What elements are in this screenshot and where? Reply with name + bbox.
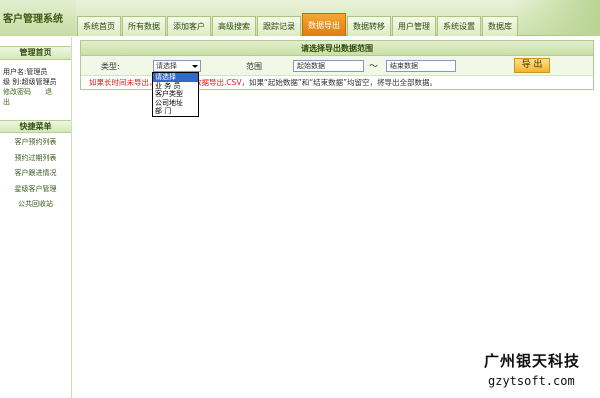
dropdown-option-department[interactable]: 部 门: [153, 107, 198, 116]
type-select[interactable]: 请选择: [153, 60, 201, 72]
top-bar: 客户管理系统 系统首页 所有数据 添加客户 高级搜索 跟踪记录 数据导出 数据转…: [0, 0, 600, 36]
sidebar-admin-heading: 管理首页: [0, 46, 71, 60]
range-label: 范围: [246, 62, 262, 71]
tab-system-settings[interactable]: 系统设置: [437, 16, 481, 36]
dropdown-option-please-select[interactable]: 请选择: [153, 73, 198, 82]
account-links: 修改密码 退出: [0, 87, 71, 107]
type-dropdown-list: 请选择 业 务 员 客户类型 公司地址 部 门: [152, 72, 199, 117]
header-decoration: [510, 0, 600, 36]
sidebar-quick-menu-heading: 快捷菜单: [0, 120, 71, 133]
export-note-detail: ，如果“起始数据”和“结束数据”均留空，将导出全部数据。: [241, 78, 438, 87]
chevron-down-icon: [192, 65, 198, 68]
sidebar-item-recycle-bin[interactable]: 公共回收站: [0, 197, 71, 213]
username-line: 用户名:管理员: [3, 68, 48, 76]
watermark-company: 广州银天科技: [484, 352, 581, 370]
sidebar: 管理首页 用户名:管理员 级 别:超级管理员 修改密码 退出 快捷菜单 客户预约列…: [0, 37, 72, 398]
type-label: 类型:: [101, 62, 120, 71]
tab-add-customer[interactable]: 添加客户: [167, 16, 211, 36]
app-title: 客户管理系统: [0, 0, 76, 36]
tab-home[interactable]: 系统首页: [77, 16, 121, 36]
main-nav-tabs: 系统首页 所有数据 添加客户 高级搜索 跟踪记录 数据导出 数据转移 用户管理 …: [77, 13, 519, 36]
sidebar-item-star-customers[interactable]: 星级客户管理: [0, 182, 71, 198]
tab-user-management[interactable]: 用户管理: [392, 16, 436, 36]
user-level-line: 级 别:超级管理员: [3, 78, 57, 86]
end-data-input[interactable]: 结束数据: [386, 60, 456, 72]
tab-all-data[interactable]: 所有数据: [122, 16, 166, 36]
dropdown-option-salesperson[interactable]: 业 务 员: [153, 82, 198, 91]
range-separator: ～: [369, 62, 379, 72]
sidebar-item-followups[interactable]: 客户跟进情况: [0, 166, 71, 182]
tab-data-transfer[interactable]: 数据转移: [347, 16, 391, 36]
change-password-link[interactable]: 修改密码: [3, 88, 31, 96]
start-data-input[interactable]: 起始数据: [293, 60, 364, 72]
export-button[interactable]: 导 出: [514, 58, 550, 73]
dropdown-option-customer-type[interactable]: 客户类型: [153, 90, 198, 99]
sidebar-item-appointments[interactable]: 客户预约列表: [0, 135, 71, 151]
tab-data-export[interactable]: 数据导出: [302, 13, 346, 36]
tab-follow-records[interactable]: 跟踪记录: [257, 16, 301, 36]
export-file-name[interactable]: 数据导出.CSV: [194, 78, 242, 87]
watermark-domain: gzytsoft.com: [488, 374, 575, 388]
tab-advanced-search[interactable]: 高级搜索: [212, 16, 256, 36]
sidebar-item-expired-appointments[interactable]: 预约过期列表: [0, 151, 71, 167]
panel-title: 请选择导出数据范围: [81, 41, 593, 56]
type-select-value: 请选择: [156, 62, 177, 70]
